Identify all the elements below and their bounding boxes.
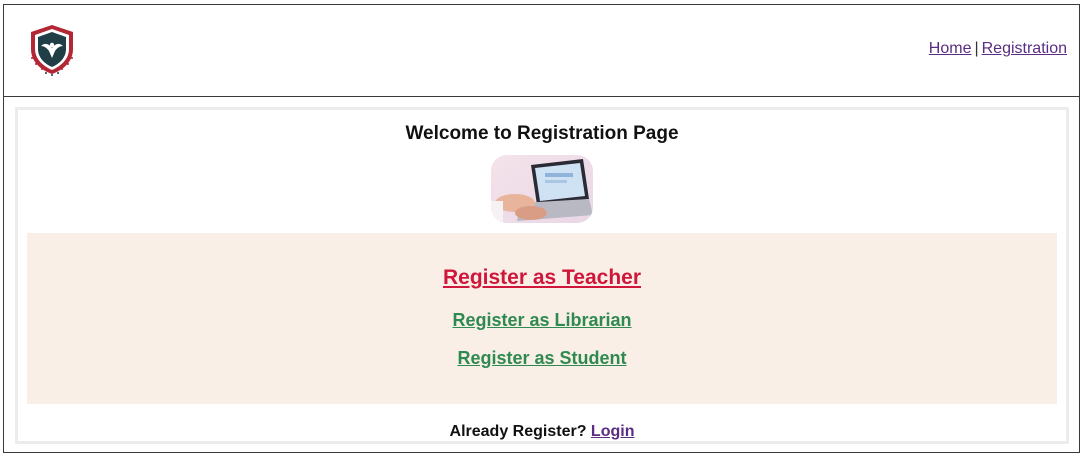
registration-card: Welcome to Registration Page Register as… (15, 107, 1069, 444)
nav-home-link[interactable]: Home (929, 40, 972, 57)
nav-separator: | (974, 40, 979, 57)
login-prompt: Already Register? Login (18, 423, 1066, 441)
login-link[interactable]: Login (591, 423, 635, 440)
header: Home | Registration (4, 5, 1079, 97)
already-registered-text: Already Register? (449, 423, 587, 440)
register-teacher-link[interactable]: Register as Teacher (27, 266, 1057, 290)
top-nav: Home | Registration (929, 40, 1067, 58)
page-frame: Home | Registration Welcome to Registratio… (3, 4, 1080, 453)
nav-registration-link[interactable]: Registration (982, 40, 1067, 57)
registration-options-panel: Register as Teacher Register as Libraria… (27, 233, 1057, 404)
eagle-shield-icon[interactable] (26, 22, 78, 76)
page-title: Welcome to Registration Page (405, 123, 679, 144)
laptop-typing-image (491, 155, 593, 223)
register-student-link[interactable]: Register as Student (27, 348, 1057, 369)
register-librarian-link[interactable]: Register as Librarian (27, 310, 1057, 331)
